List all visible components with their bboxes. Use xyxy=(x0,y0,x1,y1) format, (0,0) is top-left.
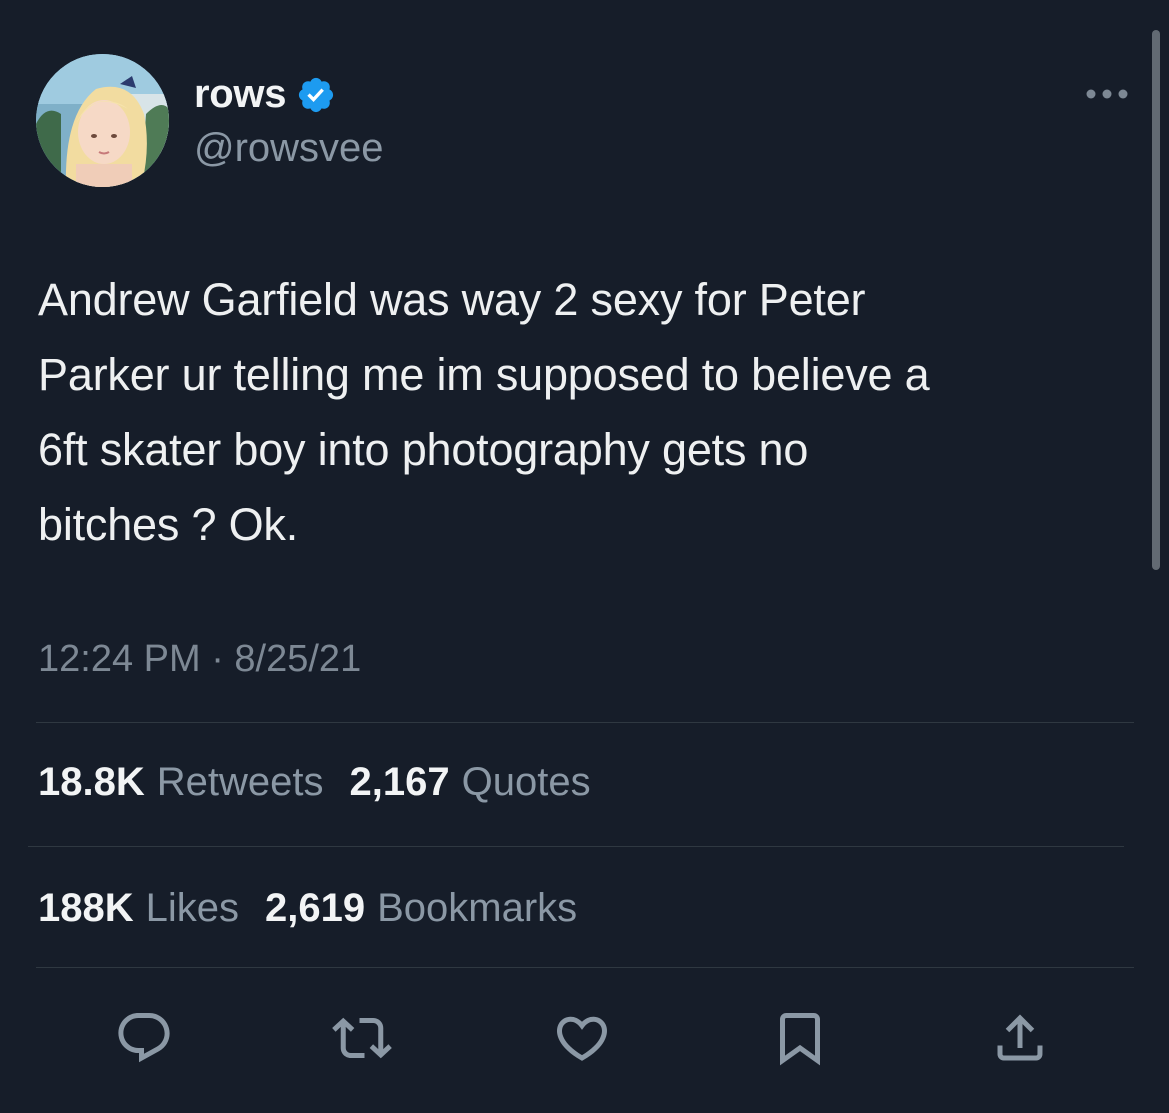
tweet-timestamp[interactable]: 12:24 PM · 8/25/21 xyxy=(38,638,361,681)
author-name-row[interactable]: rows xyxy=(194,72,336,117)
retweets-stat[interactable]: 18.8K Retweets xyxy=(38,760,324,805)
likes-count: 188K xyxy=(38,886,134,930)
bookmarks-count: 2,619 xyxy=(265,886,366,930)
avatar[interactable] xyxy=(36,54,169,187)
divider xyxy=(36,967,1134,968)
author-name[interactable]: rows xyxy=(194,72,286,117)
retweet-button[interactable] xyxy=(330,1006,394,1070)
share-button[interactable] xyxy=(988,1006,1052,1070)
bookmarks-label: Bookmarks xyxy=(377,886,578,930)
divider xyxy=(28,846,1124,847)
share-icon xyxy=(997,1014,1043,1061)
retweets-label: Retweets xyxy=(156,760,324,804)
verified-badge-icon xyxy=(299,77,334,112)
like-button[interactable] xyxy=(550,1006,614,1070)
likes-stat[interactable]: 188K Likes xyxy=(38,886,239,931)
scrollbar[interactable] xyxy=(1152,30,1160,570)
stats-row-engagement: 188K Likes 2,619 Bookmarks xyxy=(38,886,603,931)
avatar-image xyxy=(36,54,169,187)
bookmark-button[interactable] xyxy=(768,1006,832,1070)
quotes-label: Quotes xyxy=(461,760,591,804)
bookmarks-stat[interactable]: 2,619 Bookmarks xyxy=(265,886,577,931)
bookmark-icon xyxy=(780,1013,820,1066)
tweet-detail: rows @rowsvee Andrew Garfield was way 2 … xyxy=(0,0,1169,1113)
divider xyxy=(36,722,1134,723)
quotes-stat[interactable]: 2,167 Quotes xyxy=(350,760,591,805)
author-handle[interactable]: @rowsvee xyxy=(194,126,384,171)
stats-row-shares: 18.8K Retweets 2,167 Quotes xyxy=(38,760,617,805)
more-options-icon[interactable] xyxy=(1084,82,1130,106)
retweets-count: 18.8K xyxy=(38,760,145,804)
reply-button[interactable] xyxy=(112,1006,176,1070)
quotes-count: 2,167 xyxy=(349,760,450,804)
retweet-icon xyxy=(332,1017,392,1059)
heart-icon xyxy=(556,1016,608,1061)
tweet-text: Andrew Garfield was way 2 sexy for Peter… xyxy=(38,274,930,550)
reply-icon xyxy=(118,1013,170,1063)
likes-label: Likes xyxy=(145,886,240,930)
